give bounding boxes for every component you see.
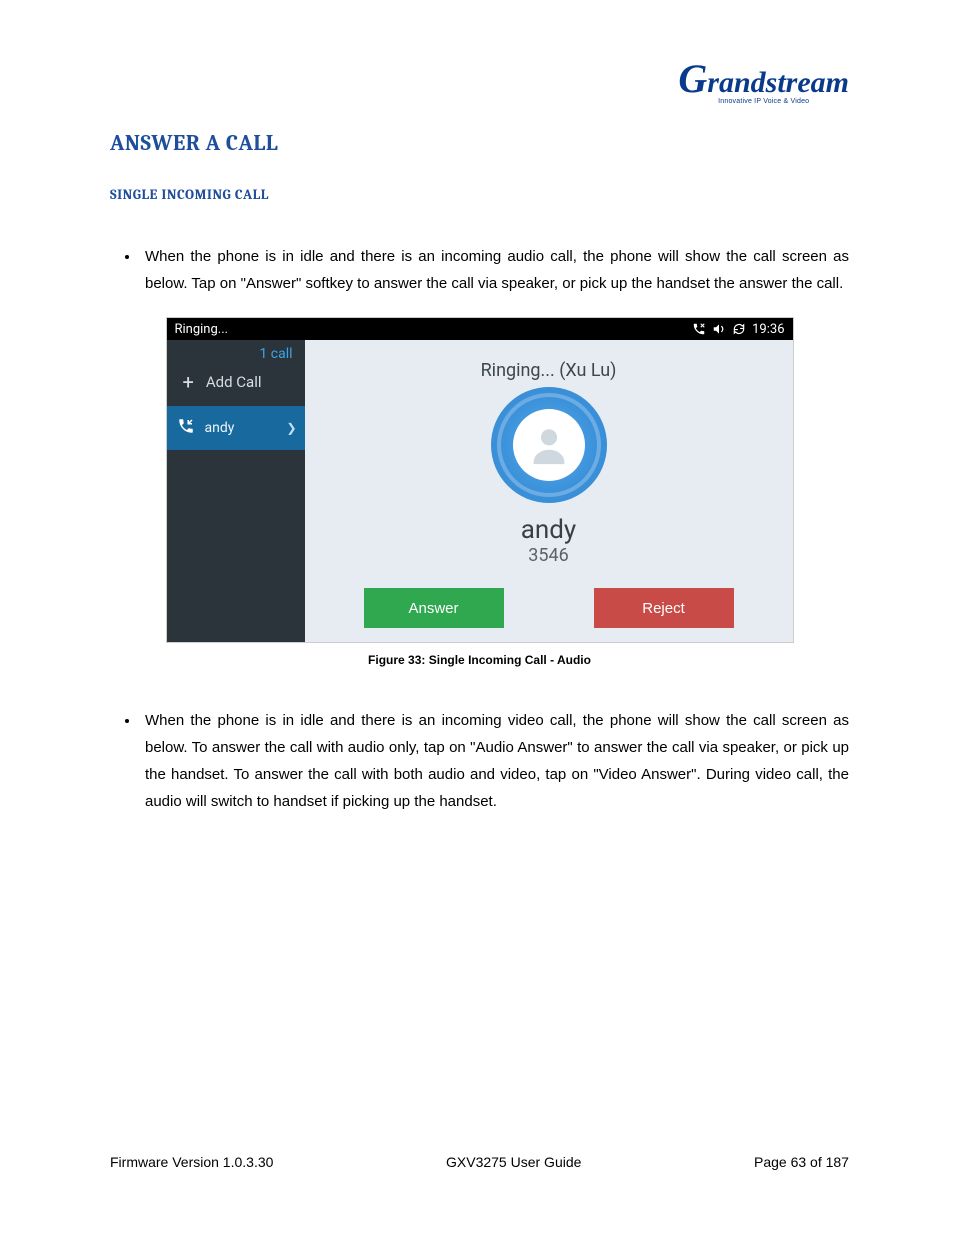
add-call-button[interactable]: + Add Call xyxy=(167,364,305,406)
reject-button[interactable]: Reject xyxy=(594,588,734,628)
phone-status-bar: Ringing... 19:36 xyxy=(167,318,793,340)
phone-main-area: Ringing... (Xu Lu) andy 3546 Answer Reje… xyxy=(305,340,793,642)
subsection-heading: SINGLE INCOMING CALL xyxy=(110,186,849,203)
footer-firmware: Firmware Version 1.0.3.30 xyxy=(110,1154,273,1170)
sidebar-contact-name: andy xyxy=(205,420,235,436)
footer-page-number: Page 63 of 187 xyxy=(754,1154,849,1170)
status-title: Ringing... xyxy=(175,322,229,337)
answer-button[interactable]: Answer xyxy=(364,588,504,628)
volume-icon xyxy=(712,322,726,336)
caller-name: andy xyxy=(521,515,576,545)
brand-logo: Grandstream Innovative IP Voice & Video xyxy=(678,55,849,105)
phone-screenshot: Ringing... 19:36 1 call + Add Call xyxy=(166,317,794,643)
person-icon xyxy=(526,422,572,468)
phone-in-call-icon xyxy=(692,322,706,336)
plus-icon: + xyxy=(183,372,194,392)
call-count-label: 1 call xyxy=(167,340,305,364)
incoming-call-icon xyxy=(177,417,195,439)
caller-number: 3546 xyxy=(528,545,568,566)
sidebar-contact-item[interactable]: andy ❯ xyxy=(167,406,305,450)
bullet-1: When the phone is in idle and there is a… xyxy=(140,243,849,297)
ringing-line: Ringing... (Xu Lu) xyxy=(481,360,617,381)
figure-caption: Figure 33: Single Incoming Call - Audio xyxy=(110,653,849,667)
sync-icon xyxy=(732,322,746,336)
footer-doc-title: GXV3275 User Guide xyxy=(446,1154,581,1170)
phone-sidebar: 1 call + Add Call andy ❯ xyxy=(167,340,305,642)
chevron-right-icon: ❯ xyxy=(286,421,296,435)
section-heading: ANSWER A CALL xyxy=(110,130,849,156)
caller-avatar xyxy=(491,387,607,503)
page-footer: Firmware Version 1.0.3.30 GXV3275 User G… xyxy=(110,1154,849,1170)
add-call-label: Add Call xyxy=(206,373,262,391)
bullet-2: When the phone is in idle and there is a… xyxy=(140,707,849,815)
status-time: 19:36 xyxy=(752,322,784,337)
